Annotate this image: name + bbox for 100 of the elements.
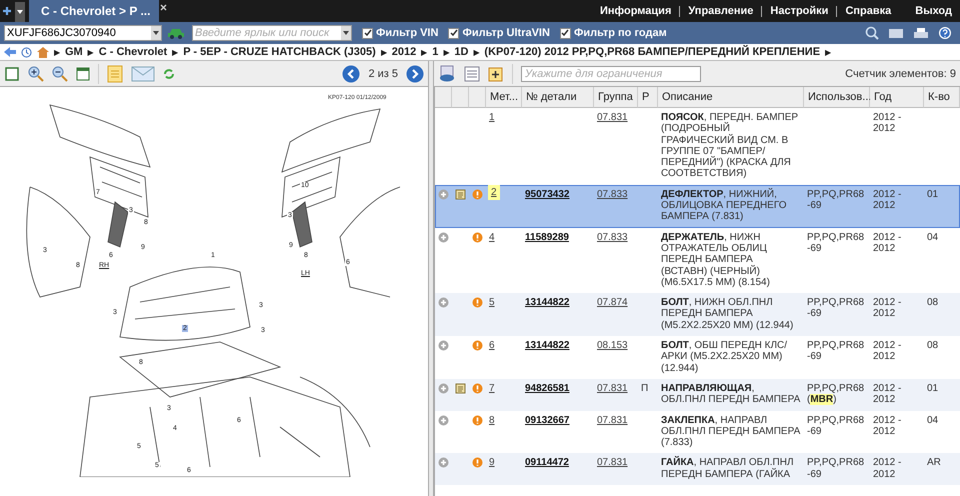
- table-row[interactable]: 7 94826581 07.831 П НАПРАВЛЯЮЩАЯ, ОБЛ.ПНЛ ПЕРЕДН БАМПЕРА PP,PQ,PR68 (MBR) 2012 - 2012 01: [435, 378, 960, 411]
- part-number-link[interactable]: 13144822: [525, 297, 570, 308]
- table-cell-text: П: [641, 382, 650, 394]
- reference-link[interactable]: 5: [489, 297, 495, 308]
- search-icon[interactable]: [865, 26, 879, 40]
- table-row[interactable]: 8 09132667 07.831 ЗАКЛЕПКА, НАПРАВЛ ОБЛ.ПНЛ ПЕРЕДН БАМПЕРА (7.833) PP,PQ,PR68 -69 2012 - 2012 04: [435, 410, 960, 454]
- column-header[interactable]: Описание: [658, 87, 804, 108]
- table-row[interactable]: 5 13144822 07.874 БОЛТ, НИЖН ОБЛ.ПНЛ ПЕРЕДН БАМПЕРА (M5.2X2.25X20 MM) (12.944) PP,PQ,PR68 -69 2012 - 2012 08: [435, 293, 960, 336]
- part-number-link[interactable]: 94826581: [525, 382, 570, 394]
- column-header[interactable]: К-во: [924, 87, 960, 108]
- close-icon[interactable]: [160, 4, 168, 11]
- expand-icon[interactable]: [438, 340, 449, 352]
- next-page-button[interactable]: [406, 64, 424, 82]
- group-link[interactable]: 07.831: [597, 382, 628, 394]
- menu-link[interactable]: Управление: [679, 6, 762, 16]
- vin-field[interactable]: XUFJF686JC3070940: [4, 25, 162, 41]
- checkmark-icon[interactable]: [364, 29, 372, 37]
- expand-icon[interactable]: [438, 297, 449, 308]
- breadcrumb-link[interactable]: P - 5EP - CRUZE HATCHBACK (J305): [183, 46, 376, 58]
- reference-link[interactable]: 4: [489, 232, 495, 243]
- search-field[interactable]: Введите ярлык или поиск: [192, 25, 352, 41]
- menu-link[interactable]: Выход: [907, 6, 960, 16]
- group-link[interactable]: 08.153: [597, 340, 628, 352]
- plus-icon[interactable]: [2, 6, 12, 16]
- zoom-out-icon[interactable]: [52, 66, 68, 82]
- part-number-link[interactable]: 09132667: [525, 414, 570, 426]
- list-icon[interactable]: [464, 66, 480, 82]
- breadcrumb-link[interactable]: 2012: [392, 46, 416, 58]
- history-icon[interactable]: [21, 46, 32, 58]
- column-header[interactable]: Группа: [594, 87, 638, 108]
- tab-menu-button[interactable]: [15, 2, 25, 22]
- car-icon[interactable]: [168, 26, 186, 40]
- column-header[interactable]: Год: [870, 87, 924, 108]
- table-row[interactable]: 2 95073432 07.833 ДЕФЛЕКТОР, НИЖНИЙ, ОБЛИЦОВКА ПЕРЕДНЕГО БАМПЕРА (7.831) PP,PQ,PR68 -69 2012 - 2012 01: [435, 184, 960, 228]
- mail-icon[interactable]: [131, 66, 155, 82]
- group-link[interactable]: 07.831: [597, 414, 628, 426]
- expand-icon[interactable]: [438, 232, 449, 243]
- expand-icon[interactable]: [438, 414, 449, 426]
- filter-checkbox[interactable]: Фильтр UltraVIN: [448, 27, 550, 39]
- printer-icon[interactable]: [913, 26, 929, 40]
- breadcrumb-link[interactable]: (KP07-120) 2012 PP,PQ,PR68 БАМПЕР/ПЕРЕДНИЙ КРЕПЛЕНИЕ: [484, 46, 820, 58]
- column-header[interactable]: № детали: [522, 87, 594, 108]
- help-icon[interactable]: [938, 26, 952, 40]
- group-link[interactable]: 07.874: [597, 297, 628, 308]
- menu-link[interactable]: Информация: [592, 6, 680, 16]
- group-link[interactable]: 07.833: [597, 232, 628, 243]
- part-number-link[interactable]: 95073432: [525, 188, 570, 200]
- reference-link[interactable]: 9: [489, 457, 495, 468]
- reference-link[interactable]: 1: [489, 112, 495, 123]
- view-icon[interactable]: [438, 64, 456, 82]
- group-link[interactable]: 07.833: [597, 188, 628, 200]
- breadcrumb-link[interactable]: GM: [65, 46, 83, 58]
- column-header[interactable]: Мет...: [486, 87, 522, 108]
- expand-icon[interactable]: [438, 188, 449, 200]
- part-number-link[interactable]: 11589289: [525, 232, 569, 243]
- filter-checkbox[interactable]: Фильтр по годам: [560, 27, 667, 39]
- warning-icon[interactable]: [472, 340, 483, 352]
- filter-field[interactable]: Укажите для ограничения: [521, 66, 701, 82]
- window-icon[interactable]: [76, 66, 90, 80]
- table-row[interactable]: 9 09114472 07.831 ГАЙКА, НАПРАВЛ ОБЛ.ПНЛ ПЕРЕДН БАМПЕРА (ГАЙКА PP,PQ,PR68 -69 2012 - 2012 AR: [435, 453, 960, 486]
- breadcrumb-link[interactable]: 1: [432, 46, 438, 58]
- separator-arrow: ▶: [473, 48, 480, 56]
- reference-link[interactable]: 6: [489, 340, 495, 352]
- part-number-link[interactable]: 13144822: [525, 340, 570, 352]
- zoom-in-icon[interactable]: [28, 66, 44, 82]
- note-icon[interactable]: [455, 188, 466, 200]
- part-number-link[interactable]: 09114472: [525, 457, 569, 468]
- menu-link[interactable]: Справка: [836, 6, 900, 16]
- expand-icon[interactable]: [438, 457, 449, 468]
- checkmark-icon[interactable]: [561, 29, 570, 37]
- filter-checkbox[interactable]: Фильтр VIN: [362, 27, 438, 39]
- fit-icon[interactable]: [4, 66, 20, 82]
- warning-icon[interactable]: [472, 382, 483, 394]
- caret-icon[interactable]: [343, 31, 349, 35]
- home-icon[interactable]: [37, 46, 49, 58]
- column-header[interactable]: P: [638, 87, 658, 108]
- note-icon[interactable]: [455, 382, 466, 394]
- previous-page-button[interactable]: [342, 64, 360, 82]
- group-link[interactable]: 07.831: [597, 112, 628, 123]
- menu-link[interactable]: Настройки: [761, 6, 836, 16]
- reference-link[interactable]: 8: [489, 414, 495, 426]
- warning-icon[interactable]: [472, 232, 483, 243]
- reference-link[interactable]: 7: [489, 382, 495, 394]
- warning-icon[interactable]: [472, 414, 483, 426]
- breadcrumb-link[interactable]: 1D: [454, 46, 468, 58]
- reference-link[interactable]: 2: [488, 184, 500, 200]
- caret-icon[interactable]: [153, 31, 159, 35]
- card-icon[interactable]: [888, 27, 904, 39]
- warning-icon[interactable]: [472, 457, 483, 468]
- warning-icon[interactable]: [472, 188, 483, 200]
- warning-icon[interactable]: [472, 297, 483, 308]
- checkmark-icon[interactable]: [450, 29, 458, 37]
- add-note-icon[interactable]: [488, 66, 504, 82]
- column-header[interactable]: Использов...: [804, 87, 870, 108]
- expand-icon[interactable]: [438, 382, 449, 394]
- back-icon[interactable]: [4, 47, 16, 57]
- caret-icon[interactable]: [17, 10, 23, 14]
- group-link[interactable]: 07.831: [597, 457, 628, 468]
- refresh-icon[interactable]: [163, 68, 175, 80]
- breadcrumb-link[interactable]: C - Chevrolet: [98, 46, 168, 58]
